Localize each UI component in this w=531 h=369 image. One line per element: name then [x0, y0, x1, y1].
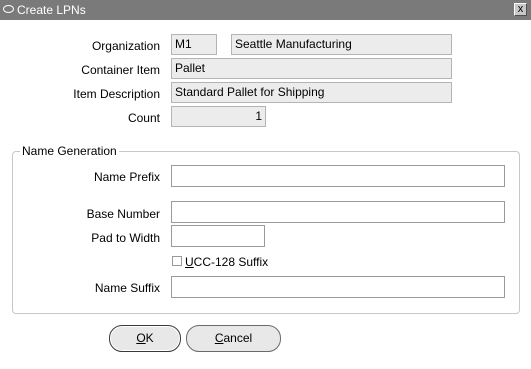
item-description-field[interactable]: Standard Pallet for Shipping	[171, 82, 452, 103]
base-number-input[interactable]	[171, 201, 505, 223]
organization-name-field[interactable]: Seattle Manufacturing	[231, 34, 452, 55]
base-number-label: Base Number	[86, 207, 160, 221]
name-prefix-input[interactable]	[171, 165, 505, 187]
organization-label: Organization	[91, 39, 160, 53]
container-item-label: Container Item	[81, 63, 160, 77]
close-icon[interactable]: x	[514, 3, 527, 16]
name-generation-legend: Name Generation	[20, 144, 119, 158]
ucc-128-suffix-label[interactable]: UCC-128 Suffix	[185, 255, 268, 269]
oracle-icon	[3, 5, 14, 13]
container-item-field[interactable]: Pallet	[171, 58, 452, 79]
ucc-128-suffix-checkbox[interactable]	[172, 256, 182, 266]
ok-button[interactable]: OK	[109, 325, 181, 352]
ucc-label-rest: CC-128 Suffix	[193, 255, 269, 269]
pad-to-width-input[interactable]	[171, 225, 265, 247]
ucc-mnemonic: U	[185, 255, 194, 269]
name-prefix-label: Name Prefix	[93, 170, 160, 184]
name-suffix-label: Name Suffix	[94, 281, 160, 295]
count-label: Count	[127, 111, 160, 125]
name-suffix-input[interactable]	[171, 276, 505, 298]
cancel-button[interactable]: Cancel	[186, 325, 281, 352]
title-bar[interactable]: Create LPNs x	[0, 0, 531, 20]
organization-code-field[interactable]: M1	[171, 34, 217, 55]
create-lpns-dialog: Create LPNs x Organization M1 Seattle Ma…	[0, 0, 531, 369]
window-title: Create LPNs	[17, 3, 86, 17]
ok-mnemonic: O	[136, 331, 146, 345]
ok-label-rest: K	[145, 331, 154, 345]
cancel-label-rest: ancel	[223, 331, 253, 345]
count-field[interactable]: 1	[171, 106, 266, 127]
item-description-label: Item Description	[73, 87, 160, 101]
pad-to-width-label: Pad to Width	[91, 231, 160, 245]
